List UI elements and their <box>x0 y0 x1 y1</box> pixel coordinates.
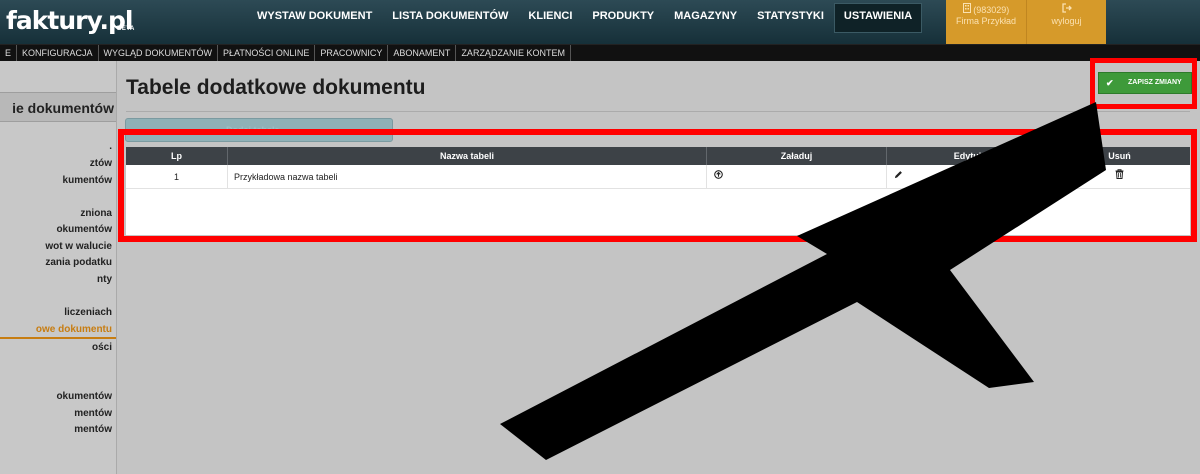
annotation-arrow-icon <box>500 102 1106 460</box>
